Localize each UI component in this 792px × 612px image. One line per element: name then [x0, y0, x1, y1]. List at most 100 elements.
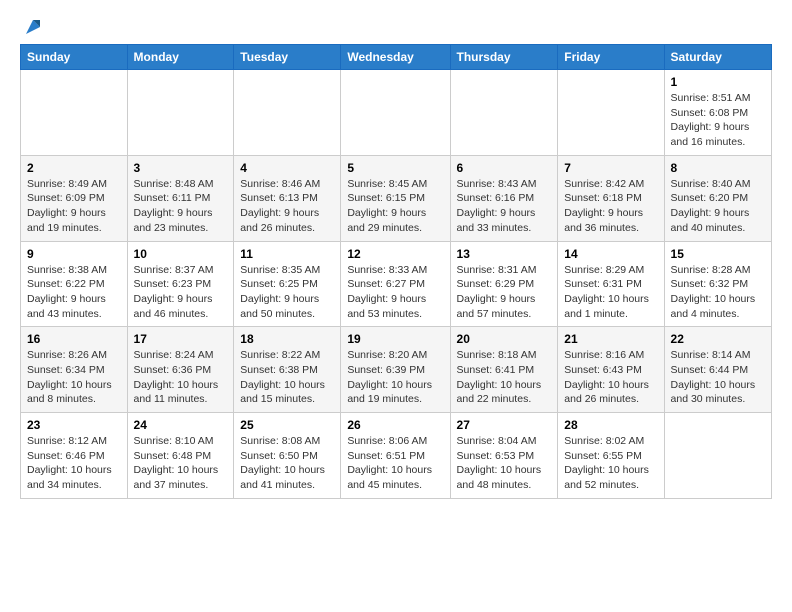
day-info: Sunrise: 8:12 AM Sunset: 6:46 PM Dayligh… [27, 434, 121, 493]
day-info: Sunrise: 8:40 AM Sunset: 6:20 PM Dayligh… [671, 177, 765, 236]
day-info: Sunrise: 8:16 AM Sunset: 6:43 PM Dayligh… [564, 348, 657, 407]
week-row-0: 1 Sunrise: 8:51 AM Sunset: 6:08 PM Daylig… [21, 70, 772, 156]
day-cell: 13Sunrise: 8:31 AM Sunset: 6:29 PM Dayli… [450, 241, 558, 327]
day-cell: 5 Sunrise: 8:45 AM Sunset: 6:15 PM Daylig… [341, 155, 450, 241]
day-info: Sunrise: 8:35 AM Sunset: 6:25 PM Dayligh… [240, 263, 334, 322]
day-number: 24 [134, 418, 228, 432]
day-info: Sunrise: 8:14 AM Sunset: 6:44 PM Dayligh… [671, 348, 765, 407]
weekday-header-saturday: Saturday [664, 45, 771, 70]
weekday-header-monday: Monday [127, 45, 234, 70]
day-cell: 16 Sunrise: 8:26 AM Sunset: 6:34 PM Dayli… [21, 327, 128, 413]
header-row: SundayMondayTuesdayWednesdayThursdayFrid… [21, 45, 772, 70]
day-number: 16 [27, 332, 121, 346]
day-cell: 11Sunrise: 8:35 AM Sunset: 6:25 PM Dayli… [234, 241, 341, 327]
logo [20, 16, 44, 38]
week-row-3: 16 Sunrise: 8:26 AM Sunset: 6:34 PM Dayli… [21, 327, 772, 413]
day-number: 21 [564, 332, 657, 346]
day-cell: 19 Sunrise: 8:20 AM Sunset: 6:39 PM Dayli… [341, 327, 450, 413]
weekday-header-sunday: Sunday [21, 45, 128, 70]
day-info: Sunrise: 8:20 AM Sunset: 6:39 PM Dayligh… [347, 348, 443, 407]
day-number: 7 [564, 161, 657, 175]
day-cell [341, 70, 450, 156]
logo-icon [22, 16, 44, 38]
weekday-header-thursday: Thursday [450, 45, 558, 70]
day-cell: 25 Sunrise: 8:08 AM Sunset: 6:50 PM Dayli… [234, 413, 341, 499]
calendar: SundayMondayTuesdayWednesdayThursdayFrid… [20, 44, 772, 499]
day-cell: 18 Sunrise: 8:22 AM Sunset: 6:38 PM Dayli… [234, 327, 341, 413]
day-cell: 20Sunrise: 8:18 AM Sunset: 6:41 PM Dayli… [450, 327, 558, 413]
day-cell: 7 Sunrise: 8:42 AM Sunset: 6:18 PM Daylig… [558, 155, 664, 241]
day-cell: 21 Sunrise: 8:16 AM Sunset: 6:43 PM Dayli… [558, 327, 664, 413]
day-number: 22 [671, 332, 765, 346]
page: SundayMondayTuesdayWednesdayThursdayFrid… [0, 0, 792, 515]
day-info: Sunrise: 8:28 AM Sunset: 6:32 PM Dayligh… [671, 263, 765, 322]
day-cell: 3 Sunrise: 8:48 AM Sunset: 6:11 PM Daylig… [127, 155, 234, 241]
day-cell: 10 Sunrise: 8:37 AM Sunset: 6:23 PM Dayli… [127, 241, 234, 327]
day-info: Sunrise: 8:51 AM Sunset: 6:08 PM Dayligh… [671, 91, 765, 150]
day-cell [234, 70, 341, 156]
calendar-header: SundayMondayTuesdayWednesdayThursdayFrid… [21, 45, 772, 70]
day-cell: 24 Sunrise: 8:10 AM Sunset: 6:48 PM Dayli… [127, 413, 234, 499]
day-number: 6 [457, 161, 552, 175]
day-number: 27 [457, 418, 552, 432]
day-cell: 1 Sunrise: 8:51 AM Sunset: 6:08 PM Daylig… [664, 70, 771, 156]
weekday-header-wednesday: Wednesday [341, 45, 450, 70]
day-number: 25 [240, 418, 334, 432]
day-cell: 22 Sunrise: 8:14 AM Sunset: 6:44 PM Dayli… [664, 327, 771, 413]
day-cell: 6 Sunrise: 8:43 AM Sunset: 6:16 PM Daylig… [450, 155, 558, 241]
day-number: 23 [27, 418, 121, 432]
day-info: Sunrise: 8:08 AM Sunset: 6:50 PM Dayligh… [240, 434, 334, 493]
day-info: Sunrise: 8:42 AM Sunset: 6:18 PM Dayligh… [564, 177, 657, 236]
day-info: Sunrise: 8:46 AM Sunset: 6:13 PM Dayligh… [240, 177, 334, 236]
day-info: Sunrise: 8:29 AM Sunset: 6:31 PM Dayligh… [564, 263, 657, 322]
day-info: Sunrise: 8:43 AM Sunset: 6:16 PM Dayligh… [457, 177, 552, 236]
day-number: 14 [564, 247, 657, 261]
day-cell [558, 70, 664, 156]
weekday-header-friday: Friday [558, 45, 664, 70]
day-info: Sunrise: 8:49 AM Sunset: 6:09 PM Dayligh… [27, 177, 121, 236]
day-number: 9 [27, 247, 121, 261]
day-number: 3 [134, 161, 228, 175]
day-cell: 12Sunrise: 8:33 AM Sunset: 6:27 PM Dayli… [341, 241, 450, 327]
day-number: 12 [347, 247, 443, 261]
day-cell: 15 Sunrise: 8:28 AM Sunset: 6:32 PM Dayli… [664, 241, 771, 327]
day-cell: 2 Sunrise: 8:49 AM Sunset: 6:09 PM Daylig… [21, 155, 128, 241]
day-info: Sunrise: 8:04 AM Sunset: 6:53 PM Dayligh… [457, 434, 552, 493]
day-info: Sunrise: 8:02 AM Sunset: 6:55 PM Dayligh… [564, 434, 657, 493]
day-cell: 23 Sunrise: 8:12 AM Sunset: 6:46 PM Dayli… [21, 413, 128, 499]
day-number: 17 [134, 332, 228, 346]
day-info: Sunrise: 8:06 AM Sunset: 6:51 PM Dayligh… [347, 434, 443, 493]
day-info: Sunrise: 8:37 AM Sunset: 6:23 PM Dayligh… [134, 263, 228, 322]
day-number: 18 [240, 332, 334, 346]
day-cell: 17 Sunrise: 8:24 AM Sunset: 6:36 PM Dayli… [127, 327, 234, 413]
day-cell: 4Sunrise: 8:46 AM Sunset: 6:13 PM Daylig… [234, 155, 341, 241]
day-number: 1 [671, 75, 765, 89]
week-row-1: 2 Sunrise: 8:49 AM Sunset: 6:09 PM Daylig… [21, 155, 772, 241]
day-number: 15 [671, 247, 765, 261]
day-info: Sunrise: 8:22 AM Sunset: 6:38 PM Dayligh… [240, 348, 334, 407]
calendar-body: 1 Sunrise: 8:51 AM Sunset: 6:08 PM Daylig… [21, 70, 772, 499]
day-number: 10 [134, 247, 228, 261]
week-row-2: 9Sunrise: 8:38 AM Sunset: 6:22 PM Daylig… [21, 241, 772, 327]
day-info: Sunrise: 8:48 AM Sunset: 6:11 PM Dayligh… [134, 177, 228, 236]
day-cell [21, 70, 128, 156]
day-info: Sunrise: 8:24 AM Sunset: 6:36 PM Dayligh… [134, 348, 228, 407]
day-cell [450, 70, 558, 156]
day-cell: 14 Sunrise: 8:29 AM Sunset: 6:31 PM Dayli… [558, 241, 664, 327]
day-number: 8 [671, 161, 765, 175]
day-number: 28 [564, 418, 657, 432]
day-number: 20 [457, 332, 552, 346]
day-number: 2 [27, 161, 121, 175]
day-number: 19 [347, 332, 443, 346]
week-row-4: 23 Sunrise: 8:12 AM Sunset: 6:46 PM Dayli… [21, 413, 772, 499]
day-info: Sunrise: 8:26 AM Sunset: 6:34 PM Dayligh… [27, 348, 121, 407]
day-number: 13 [457, 247, 552, 261]
day-info: Sunrise: 8:10 AM Sunset: 6:48 PM Dayligh… [134, 434, 228, 493]
day-cell [664, 413, 771, 499]
day-cell: 27 Sunrise: 8:04 AM Sunset: 6:53 PM Dayli… [450, 413, 558, 499]
day-cell: 9Sunrise: 8:38 AM Sunset: 6:22 PM Daylig… [21, 241, 128, 327]
day-number: 26 [347, 418, 443, 432]
day-number: 5 [347, 161, 443, 175]
day-info: Sunrise: 8:45 AM Sunset: 6:15 PM Dayligh… [347, 177, 443, 236]
day-cell [127, 70, 234, 156]
